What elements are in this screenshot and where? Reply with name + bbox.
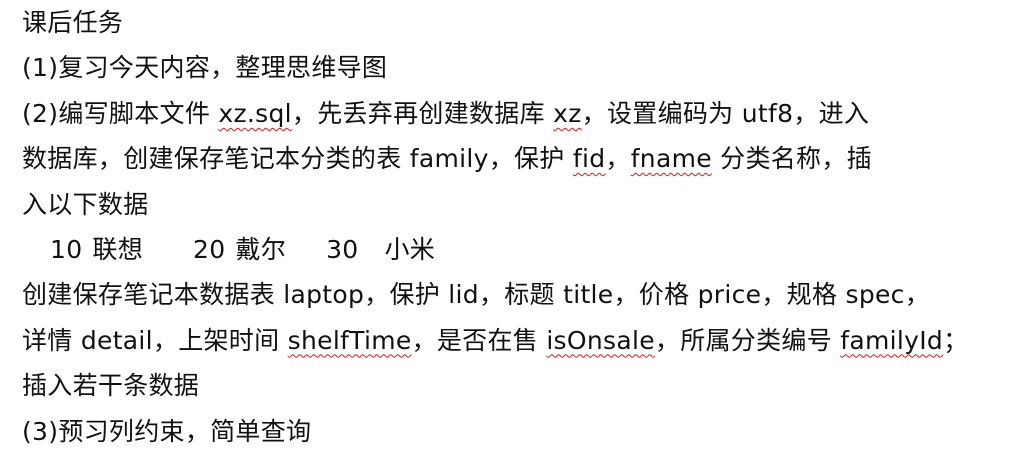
field-isonsale: isOnsale bbox=[546, 325, 655, 355]
field-fid: fid bbox=[572, 144, 606, 174]
text-segment: 数据库，创建保存笔记本分类的表 family，保护 bbox=[22, 144, 573, 174]
text-segment: ； bbox=[943, 325, 969, 355]
task-item-2: (2)编写脚本文件 xz.sql，先丢弃再创建数据库 xz，设置编码为 utf8… bbox=[22, 91, 1029, 227]
document-page: 课后任务 (1)复习今天内容，整理思维导图 (2)编写脚本文件 xz.sql，先… bbox=[0, 0, 1029, 453]
doc-title: 课后任务 bbox=[22, 8, 124, 37]
family-id: 30 bbox=[326, 234, 359, 264]
field-shelftime: shelfTime bbox=[287, 325, 412, 355]
task-item-2-line-2: 数据库，创建保存笔记本分类的表 family，保护 fid，fname 分类名称… bbox=[22, 136, 1029, 181]
laptop-line-1: 创建保存笔记本数据表 laptop，保护 lid，标题 title，价格 pri… bbox=[22, 280, 931, 310]
text-segment: ，是否在售 bbox=[411, 325, 547, 355]
family-id: 10 bbox=[50, 234, 83, 264]
text-segment: ， bbox=[605, 144, 631, 174]
text-segment: 详情 detail，上架时间 bbox=[22, 325, 288, 355]
task-item-2-line-1: (2)编写脚本文件 xz.sql，先丢弃再创建数据库 xz，设置编码为 utf8… bbox=[22, 91, 1029, 136]
text-segment: (2)编写脚本文件 bbox=[22, 98, 219, 128]
field-familyid: familyId bbox=[840, 325, 944, 355]
file-name: xz.sql bbox=[218, 98, 292, 128]
family-name: 联想 bbox=[92, 234, 144, 264]
laptop-line-3: 插入若干条数据 bbox=[22, 371, 200, 401]
laptop-line-2: 详情 detail，上架时间 shelfTime，是否在售 isOnsale，所… bbox=[22, 318, 1029, 363]
text-segment: ，设置编码为 utf8，进入 bbox=[581, 98, 870, 128]
task-item-1: (1)复习今天内容，整理思维导图 bbox=[22, 53, 388, 83]
family-id: 20 bbox=[193, 234, 226, 264]
text-segment: ，先丢弃再创建数据库 bbox=[291, 98, 554, 128]
field-fname: fname bbox=[630, 144, 712, 174]
text-segment: 分类名称，插 bbox=[711, 144, 872, 174]
family-name: 戴尔 bbox=[235, 234, 287, 264]
text-segment: ，所属分类编号 bbox=[654, 325, 841, 355]
task-item-3: (3)预习列约束，简单查询 bbox=[22, 416, 312, 446]
database-name: xz bbox=[553, 98, 582, 128]
laptop-task: 创建保存笔记本数据表 laptop，保护 lid，标题 title，价格 pri… bbox=[22, 272, 1029, 408]
task-item-2-line-3: 入以下数据 bbox=[22, 189, 149, 219]
family-data-row: 10 联想 20 戴尔 30 小米 bbox=[22, 227, 1029, 272]
family-name: 小米 bbox=[384, 234, 436, 264]
